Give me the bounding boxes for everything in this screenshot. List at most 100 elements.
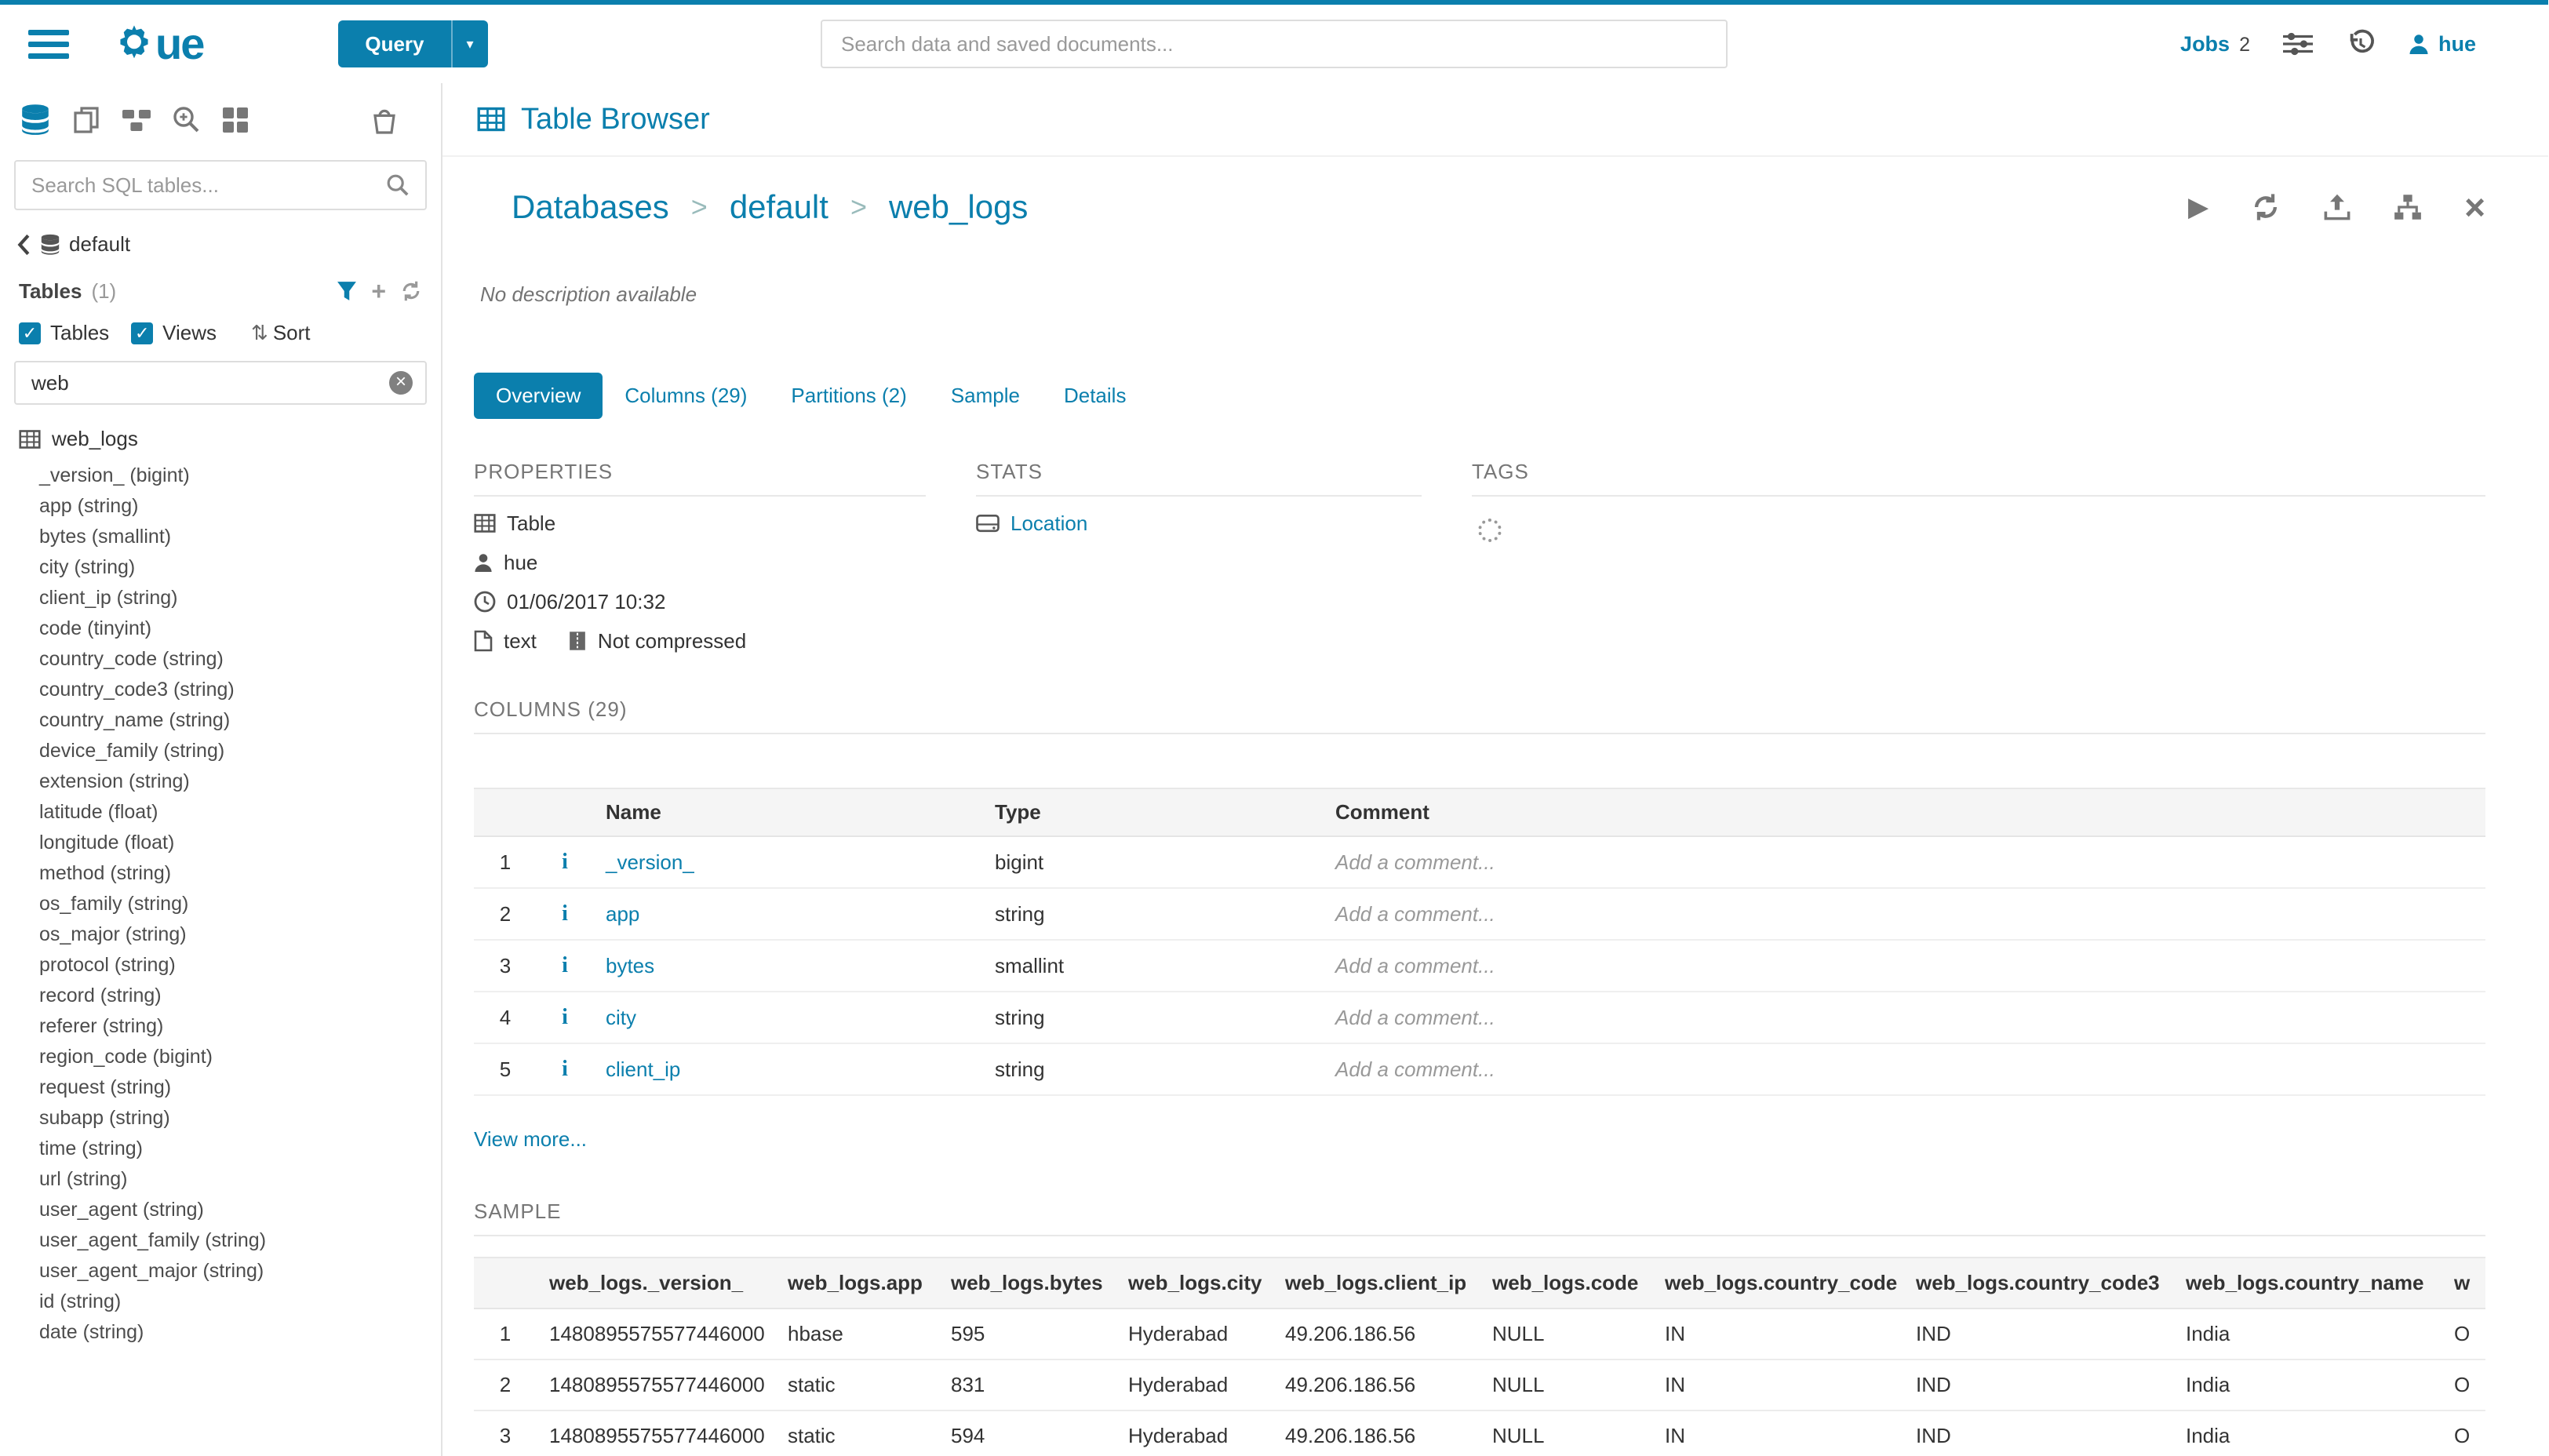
tab-details[interactable]: Details [1042, 373, 1148, 419]
column-name-link[interactable]: client_ip [606, 1057, 680, 1081]
clear-filter-icon[interactable]: × [389, 371, 413, 395]
sql-table-search-input[interactable] [16, 173, 370, 198]
sample-cell: India [2173, 1360, 2442, 1410]
sample-cell: 49.206.186.56 [1273, 1309, 1480, 1360]
sidebar-column-item[interactable]: time (string) [0, 1134, 441, 1164]
sidebar-column-item[interactable]: extension (string) [0, 766, 441, 797]
add-icon[interactable]: + [371, 278, 386, 304]
sidebar-column-item[interactable]: country_code3 (string) [0, 675, 441, 705]
filter-funnel-icon[interactable] [337, 281, 357, 301]
column-comment[interactable]: Add a comment... [1323, 940, 2485, 992]
column-name-link[interactable]: city [606, 1006, 636, 1029]
history-icon[interactable] [2346, 29, 2376, 59]
global-search-input[interactable] [821, 20, 1728, 68]
info-icon[interactable]: i [562, 953, 568, 977]
column-name-link[interactable]: _version_ [606, 850, 694, 874]
sidebar-column-item[interactable]: country_name (string) [0, 705, 441, 736]
sidebar-column-item[interactable]: url (string) [0, 1164, 441, 1195]
sample-cell: static [775, 1410, 938, 1456]
tab-columns-29[interactable]: Columns (29) [603, 373, 769, 419]
apps-grid-icon[interactable] [221, 106, 249, 134]
sidebar-column-item[interactable]: request (string) [0, 1072, 441, 1103]
databases-icon[interactable] [19, 104, 52, 136]
sidebar-column-item[interactable]: protocol (string) [0, 950, 441, 981]
info-icon[interactable]: i [562, 850, 568, 874]
files-icon[interactable] [121, 104, 152, 136]
search-icon[interactable] [370, 173, 425, 197]
info-icon[interactable]: i [562, 1005, 568, 1029]
query-button[interactable]: Query [338, 20, 450, 67]
sidebar-column-item[interactable]: region_code (bigint) [0, 1042, 441, 1072]
main-panel: Table Browser Databases > default > web_… [442, 83, 2548, 1456]
jobs-link[interactable]: Jobs 2 [2180, 32, 2250, 56]
columns-table-row: 4icitystringAdd a comment... [474, 992, 2485, 1043]
sidebar-column-item[interactable]: user_agent_major (string) [0, 1256, 441, 1287]
column-comment[interactable]: Add a comment... [1323, 1043, 2485, 1095]
sort-toggle[interactable]: ⇅ Sort [251, 321, 310, 345]
sample-cell: 1480895575577446000 [537, 1360, 775, 1410]
breadcrumb-databases[interactable]: Databases [512, 188, 669, 226]
chevron-left-icon[interactable] [16, 234, 31, 256]
table-icon [474, 512, 496, 534]
sidebar-column-item[interactable]: referer (string) [0, 1011, 441, 1042]
import-icon[interactable] [2323, 193, 2351, 221]
close-icon[interactable]: × [2464, 189, 2485, 225]
breadcrumb-database-default[interactable]: default [730, 188, 828, 226]
zoom-icon[interactable] [171, 104, 202, 136]
sidebar-column-item[interactable]: client_ip (string) [0, 583, 441, 613]
sidebar-column-item[interactable]: os_family (string) [0, 889, 441, 919]
column-comment[interactable]: Add a comment... [1323, 992, 2485, 1043]
sidebar-column-item[interactable]: code (tinyint) [0, 613, 441, 644]
settings-sliders-icon[interactable] [2283, 31, 2313, 56]
hue-logo[interactable]: ue [113, 22, 203, 66]
sidebar-column-item[interactable]: record (string) [0, 981, 441, 1011]
sidebar-column-item[interactable]: date (string) [0, 1317, 441, 1348]
current-database-label[interactable]: default [69, 232, 130, 257]
view-more-link[interactable]: View more... [474, 1127, 587, 1152]
column-name-link[interactable]: app [606, 902, 639, 926]
sidebar-column-item[interactable]: method (string) [0, 858, 441, 889]
column-comment[interactable]: Add a comment... [1323, 836, 2485, 888]
tab-partitions-2[interactable]: Partitions (2) [769, 373, 928, 419]
location-link[interactable]: Location [1010, 511, 1087, 536]
breadcrumb-table-web-logs[interactable]: web_logs [889, 188, 1028, 226]
sidebar-column-item[interactable]: bytes (smallint) [0, 522, 441, 552]
sidebar-column-item[interactable]: os_major (string) [0, 919, 441, 950]
sample-cell: IN [1652, 1309, 1903, 1360]
sidebar-column-item[interactable]: app (string) [0, 491, 441, 522]
sidebar-column-item[interactable]: longitude (float) [0, 828, 441, 858]
column-name-link[interactable]: bytes [606, 954, 654, 977]
refresh-icon[interactable] [400, 280, 422, 302]
info-icon[interactable]: i [562, 901, 568, 926]
table-filter-input[interactable] [16, 371, 389, 395]
sidebar-column-item[interactable]: city (string) [0, 552, 441, 583]
views-checkbox[interactable]: ✓ [131, 322, 153, 344]
info-icon[interactable]: i [562, 1057, 568, 1081]
sample-column-header: web_logs._version_ [537, 1258, 775, 1309]
tab-sample[interactable]: Sample [929, 373, 1042, 419]
tables-label: Tables [19, 279, 82, 304]
tab-overview[interactable]: Overview [474, 373, 603, 419]
table-entry-web-logs[interactable]: web_logs [0, 414, 441, 457]
sidebar-column-item[interactable]: device_family (string) [0, 736, 441, 766]
sidebar-column-item[interactable]: _version_ (bigint) [0, 460, 441, 491]
table-description[interactable]: No description available [480, 282, 2485, 307]
table-icon [19, 428, 41, 450]
query-dropdown-caret-icon[interactable]: ▾ [451, 20, 488, 67]
column-comment[interactable]: Add a comment... [1323, 888, 2485, 940]
refresh-table-icon[interactable] [2251, 192, 2281, 222]
sample-column-header: web_logs.client_ip [1273, 1258, 1480, 1309]
sidebar-column-item[interactable]: subapp (string) [0, 1103, 441, 1134]
sidebar-column-item[interactable]: user_agent (string) [0, 1195, 441, 1225]
sidebar-column-item[interactable]: user_agent_family (string) [0, 1225, 441, 1256]
sidebar-column-item[interactable]: latitude (float) [0, 797, 441, 828]
hamburger-menu-icon[interactable] [28, 30, 69, 59]
sidebar-column-item[interactable]: country_code (string) [0, 644, 441, 675]
sidebar-column-item[interactable]: id (string) [0, 1287, 441, 1317]
user-menu[interactable]: hue [2409, 32, 2476, 56]
documents-icon[interactable] [71, 104, 102, 136]
basket-icon[interactable] [369, 104, 400, 136]
lineage-sitemap-icon[interactable] [2394, 193, 2422, 221]
tables-checkbox[interactable]: ✓ [19, 322, 41, 344]
query-table-icon[interactable]: ▶ [2188, 191, 2209, 223]
